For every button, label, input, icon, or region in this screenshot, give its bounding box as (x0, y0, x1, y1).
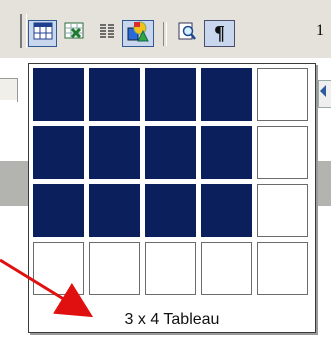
annotation-arrow (0, 258, 94, 318)
